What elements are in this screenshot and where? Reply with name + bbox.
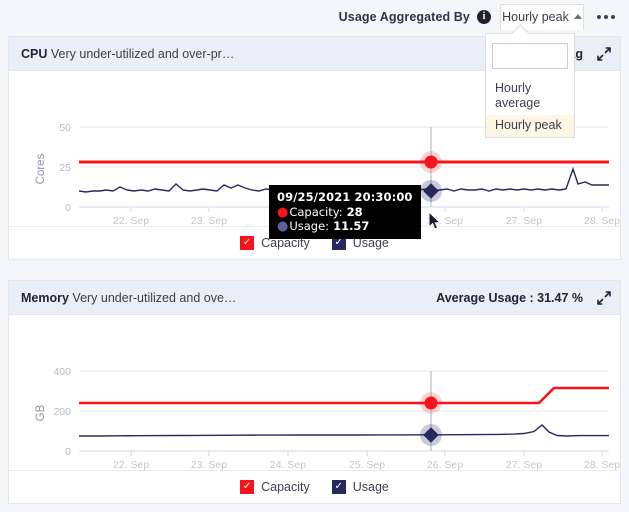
expand-icon[interactable] [596,46,612,62]
cpu-xtick: 27. Sep [506,215,542,226]
more-options-icon[interactable] [593,11,619,23]
mem-xtick: 24. Sep [270,459,306,470]
memory-header-right: Average Usage : 31.47 % [436,290,612,306]
cpu-tooltip: 09/25/2021 20:30:00 ● Capacity: 28 ● Usa… [269,185,421,239]
memory-capacity-line [79,386,609,405]
cpu-ytick-50: 50 [59,122,71,134]
info-icon[interactable]: i [477,9,491,24]
kebab-dot [604,14,608,19]
cpu-tooltip-usage-row: ● Usage: 11.57 [277,219,413,233]
checkbox-checked-icon[interactable]: ✓ [240,236,255,250]
memory-legend-capacity[interactable]: ✓ Capacity [240,480,310,494]
cpu-card-title: CPU Very under-utilized and over-pr… [21,47,234,61]
cpu-ytick-0: 0 [65,202,71,214]
cpu-card-subtitle: Very under-utilized and over-pr… [50,46,235,61]
memory-capacity-marker [424,396,438,410]
mem-y-axis-label: GB [35,404,47,421]
cpu-xtick: 23. Sep [191,215,227,226]
cpu-tooltip-capacity-label: Capacity: [289,205,343,219]
aggregation-dropdown-menu: Hourly average Hourly peak [485,33,575,138]
x-tick-marks [130,451,603,456]
dropdown-option-hourly-average[interactable]: Hourly average [486,78,574,115]
cpu-capacity-marker [424,155,438,169]
memory-legend: ✓ Capacity ✓ Usage [9,470,620,503]
checkbox-checked-icon[interactable]: ✓ [331,480,346,494]
memory-legend-usage[interactable]: ✓ Usage [331,480,389,494]
dropdown-option-hourly-peak[interactable]: Hourly peak [486,115,574,137]
mem-ytick-0: 0 [65,446,71,458]
memory-usage-line [79,424,609,437]
mem-xtick: 25. Sep [349,459,385,470]
cpu-xtick: 22. Sep [113,215,149,226]
expand-icon[interactable] [596,290,612,306]
top-toolbar: Usage Aggregated By i Hourly peak [0,0,629,33]
memory-plot-area[interactable]: 400 200 0 GB 22. Sep 23. Sep 24. Sep 25.… [9,315,620,470]
capacity-dot-icon: ● [277,205,289,220]
usage-dot-icon: ● [277,219,289,234]
mem-xtick-labels: 22. Sep 23. Sep 24. Sep 25. Sep 26. Sep … [113,459,620,470]
mem-ytick-400: 400 [53,366,71,378]
cpu-tooltip-capacity-value: 28 [346,205,363,219]
cpu-metric-name: CPU [21,46,48,61]
chevron-up-icon [573,14,582,19]
cpu-tooltip-time: 09/25/2021 20:30:00 [277,190,413,204]
aggregation-select[interactable]: Hourly peak [500,3,584,30]
kebab-dot [611,14,615,19]
dashboard-page: Usage Aggregated By i Hourly peak Hourly… [0,0,629,512]
mem-ytick-200: 200 [53,406,71,418]
memory-legend-capacity-label: Capacity [261,480,310,494]
usage-aggregated-by-label: Usage Aggregated By [338,9,470,24]
cpu-y-axis-label: Cores [35,153,47,184]
kebab-dot [597,14,601,19]
checkbox-checked-icon[interactable]: ✓ [240,480,255,494]
memory-card-header: Memory Very under-utilized and ove… Aver… [9,281,620,315]
aggregation-select-value: Hourly peak [502,9,569,24]
mem-xtick: 22. Sep [113,459,149,470]
cpu-ytick-25: 25 [59,162,71,174]
cpu-xtick: 28. Sep [584,215,620,226]
memory-card-title: Memory Very under-utilized and ove… [21,291,236,305]
mem-xtick: 23. Sep [191,459,227,470]
cpu-tooltip-usage-value: 11.57 [333,219,370,233]
mem-xtick: 26. Sep [427,459,463,470]
mem-xtick: 27. Sep [506,459,542,470]
memory-card-subtitle: Very under-utilized and ove… [72,290,237,305]
memory-average-usage: Average Usage : 31.47 % [436,290,583,305]
memory-legend-usage-label: Usage [352,480,389,494]
mem-xtick: 28. Sep [584,459,620,470]
memory-chart-svg: 400 200 0 GB 22. Sep 23. Sep 24. Sep 25.… [35,366,620,470]
cpu-tooltip-capacity-row: ● Capacity: 28 [277,205,413,219]
cpu-tooltip-usage-label: Usage: [289,219,330,233]
memory-card: Memory Very under-utilized and ove… Aver… [8,280,621,504]
dropdown-search-input[interactable] [492,43,568,69]
mouse-cursor [428,211,441,230]
memory-metric-name: Memory [21,290,69,305]
